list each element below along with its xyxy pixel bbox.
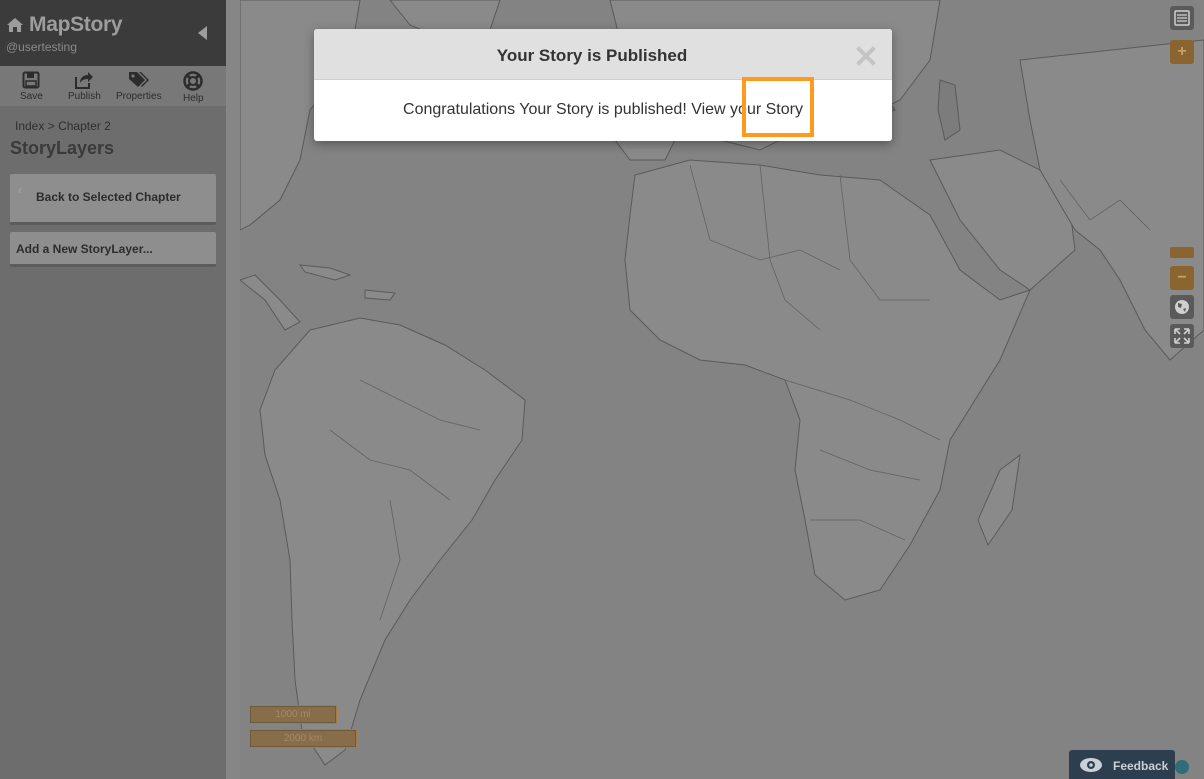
zoom-in-button[interactable]: + bbox=[1170, 40, 1194, 64]
publish-button[interactable]: Publish bbox=[68, 71, 101, 102]
collapse-sidebar-icon[interactable] bbox=[198, 26, 208, 40]
fullscreen-icon bbox=[1174, 328, 1190, 344]
scale-bar-kilometers: 2000 km bbox=[249, 729, 357, 748]
lifebuoy-icon bbox=[183, 71, 204, 91]
properties-button[interactable]: Properties bbox=[116, 71, 162, 102]
breadcrumb: Index > Chapter 2 bbox=[15, 119, 111, 133]
feedback-label: Feedback bbox=[1113, 759, 1169, 773]
zoom-slider-track[interactable] bbox=[1177, 68, 1187, 244]
globe-icon bbox=[1175, 300, 1189, 314]
add-storylayer-label: Add a New StoryLayer... bbox=[16, 242, 153, 256]
sidebar: MapStory @usertesting Save Publish Prope… bbox=[0, 0, 226, 779]
eye-icon bbox=[1080, 758, 1102, 772]
breadcrumb-index-link[interactable]: Index bbox=[15, 119, 44, 133]
breadcrumb-current: Chapter 2 bbox=[58, 119, 111, 133]
globe-button[interactable] bbox=[1170, 295, 1194, 319]
save-icon bbox=[22, 71, 40, 89]
properties-label: Properties bbox=[116, 91, 162, 102]
app-title[interactable]: MapStory bbox=[29, 13, 123, 37]
publish-label: Publish bbox=[68, 91, 101, 102]
modal-header: Your Story is Published bbox=[314, 29, 892, 80]
home-icon[interactable] bbox=[6, 17, 24, 33]
layer-list-button[interactable] bbox=[1170, 6, 1194, 30]
save-button[interactable]: Save bbox=[20, 71, 43, 102]
sidebar-divider[interactable] bbox=[226, 0, 240, 779]
sidebar-toolbar: Save Publish Properties Help bbox=[0, 66, 226, 106]
zoom-out-button[interactable]: − bbox=[1170, 266, 1194, 290]
back-to-chapter-label: Back to Selected Chapter bbox=[36, 190, 181, 204]
highlight-box bbox=[742, 77, 814, 137]
breadcrumb-separator: > bbox=[47, 119, 55, 133]
brand-header: MapStory @usertesting bbox=[0, 0, 226, 66]
chevron-left-icon: ‹ bbox=[18, 183, 22, 197]
fullscreen-button[interactable] bbox=[1170, 324, 1194, 348]
close-icon[interactable] bbox=[854, 44, 878, 68]
username: @usertesting bbox=[6, 40, 77, 54]
modal-title: Your Story is Published bbox=[496, 46, 688, 65]
help-button[interactable]: Help bbox=[183, 71, 204, 104]
scale-bar-miles: 1000 mi bbox=[249, 705, 337, 724]
feedback-button[interactable]: Feedback bbox=[1069, 750, 1175, 779]
share-icon bbox=[75, 72, 94, 89]
add-storylayer-button[interactable]: Add a New StoryLayer... bbox=[10, 232, 216, 267]
modal-message-text: Congratulations Your Story is published!… bbox=[403, 101, 762, 118]
feedback-corner-badge bbox=[1175, 760, 1189, 774]
zoom-slider-handle[interactable] bbox=[1170, 247, 1194, 258]
map-controls: + − bbox=[1166, 0, 1204, 779]
section-heading: StoryLayers bbox=[10, 138, 115, 158]
help-label: Help bbox=[183, 93, 204, 104]
list-icon bbox=[1174, 10, 1190, 26]
back-to-chapter-button[interactable]: ‹ Back to Selected Chapter bbox=[10, 174, 216, 225]
tags-icon bbox=[128, 72, 149, 87]
save-label: Save bbox=[20, 91, 43, 102]
